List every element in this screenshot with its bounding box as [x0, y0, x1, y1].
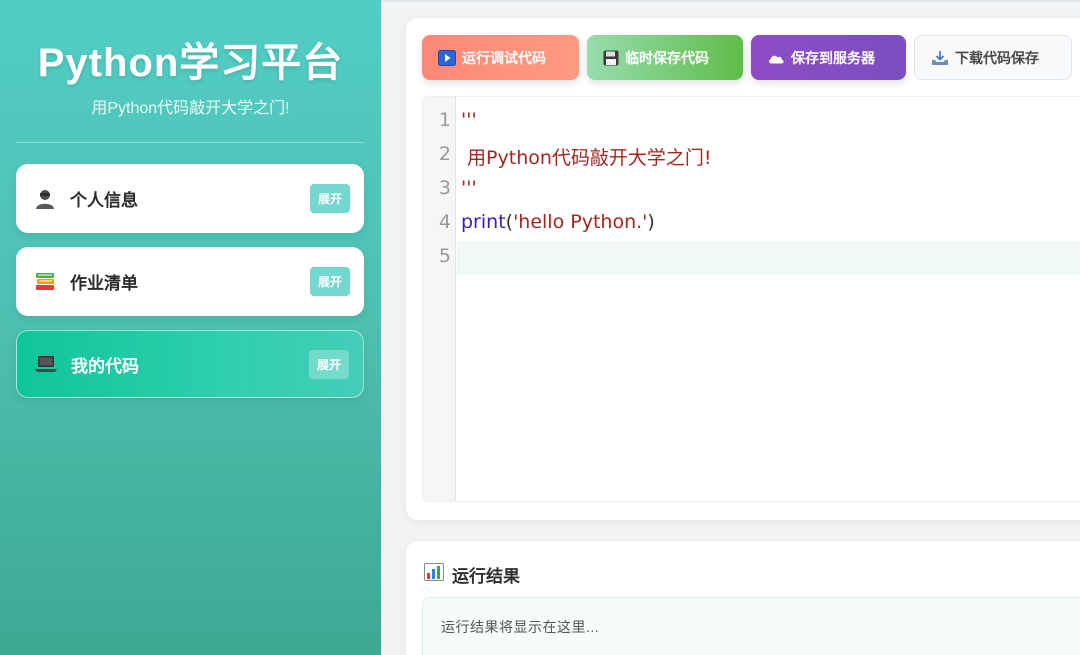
save-to-server-label: 保存到服务器	[791, 49, 875, 66]
code-editor[interactable]: 1 2 3 4 5 ''' 用Python代码敲开大学之门! ''' print…	[422, 96, 1080, 502]
sidebar-item-label: 我的代码	[71, 356, 139, 376]
download-code-button[interactable]: 下载代码保存	[914, 35, 1072, 80]
floppy-disk-icon	[603, 50, 619, 66]
download-code-label: 下载代码保存	[955, 49, 1039, 66]
cloud-icon	[767, 51, 785, 65]
line-number: 2	[438, 143, 451, 165]
result-title: 运行结果	[452, 567, 520, 586]
bar-chart-icon	[424, 563, 444, 586]
user-icon	[32, 186, 58, 212]
download-tray-icon	[931, 50, 949, 66]
sidebar-item-my-code[interactable]: 我的代码 展开	[16, 330, 364, 398]
app-subtitle: 用Python代码敲开大学之门!	[91, 100, 290, 117]
run-code-label: 运行调试代码	[462, 49, 546, 66]
save-to-server-button[interactable]: 保存到服务器	[751, 35, 906, 80]
code-line: '''	[461, 177, 477, 199]
line-number: 3	[438, 177, 451, 199]
result-output-box: 运行结果将显示在这里...	[422, 597, 1080, 655]
top-divider	[381, 0, 1080, 2]
code-line: '''	[461, 109, 477, 131]
sidebar-divider	[16, 142, 365, 143]
editor-toolbar: 运行调试代码 临时保存代码 保存到服务器 下载代码保存	[422, 35, 1080, 80]
line-number: 1	[438, 109, 451, 131]
temp-save-label: 临时保存代码	[625, 49, 709, 66]
brand: Python学习平台 用Python代码敲开大学之门!	[0, 0, 381, 118]
expand-button[interactable]: 展开	[309, 267, 350, 296]
main-content: 运行调试代码 临时保存代码 保存到服务器 下载代码保存 1 2 3 4 5 ''…	[381, 0, 1080, 655]
active-line-highlight	[457, 241, 1080, 275]
run-result-card: 运行结果 运行结果将显示在这里...	[406, 541, 1080, 655]
result-header: 运行结果	[424, 562, 520, 587]
books-icon	[32, 269, 58, 295]
expand-button[interactable]: 展开	[309, 184, 350, 213]
app-title: Python学习平台	[37, 41, 344, 85]
sidebar-item-label: 个人信息	[70, 191, 138, 210]
sidebar-item-personal-info[interactable]: 个人信息 展开	[16, 164, 364, 233]
sidebar-menu: 个人信息 展开 作业清单 展开 我的代码 展开	[16, 164, 364, 412]
run-code-button[interactable]: 运行调试代码	[422, 35, 579, 80]
sidebar-item-label: 作业清单	[70, 274, 138, 293]
expand-button[interactable]: 展开	[308, 349, 349, 379]
line-number-gutter: 1 2 3 4 5	[423, 97, 456, 501]
code-string: 'hello Python.'	[513, 211, 648, 233]
sidebar: Python学习平台 用Python代码敲开大学之门! 个人信息 展开 作业清单…	[0, 0, 381, 655]
laptop-icon	[33, 351, 59, 377]
code-keyword: print	[461, 211, 506, 233]
play-icon	[438, 49, 456, 66]
code-line: 用Python代码敲开大学之门!	[461, 147, 712, 169]
line-number: 5	[438, 245, 451, 267]
app-window: Python学习平台 用Python代码敲开大学之门! 个人信息 展开 作业清单…	[0, 0, 1080, 655]
code-editor-card: 运行调试代码 临时保存代码 保存到服务器 下载代码保存 1 2 3 4 5 ''…	[406, 18, 1080, 520]
code-punctuation: (	[505, 211, 514, 233]
line-number: 4	[438, 211, 451, 233]
result-placeholder: 运行结果将显示在这里...	[441, 619, 600, 635]
temp-save-button[interactable]: 临时保存代码	[587, 35, 743, 80]
sidebar-item-homework[interactable]: 作业清单 展开	[16, 247, 364, 316]
code-punctuation: )	[647, 211, 655, 233]
code-line: print('hello Python.')	[461, 211, 655, 233]
